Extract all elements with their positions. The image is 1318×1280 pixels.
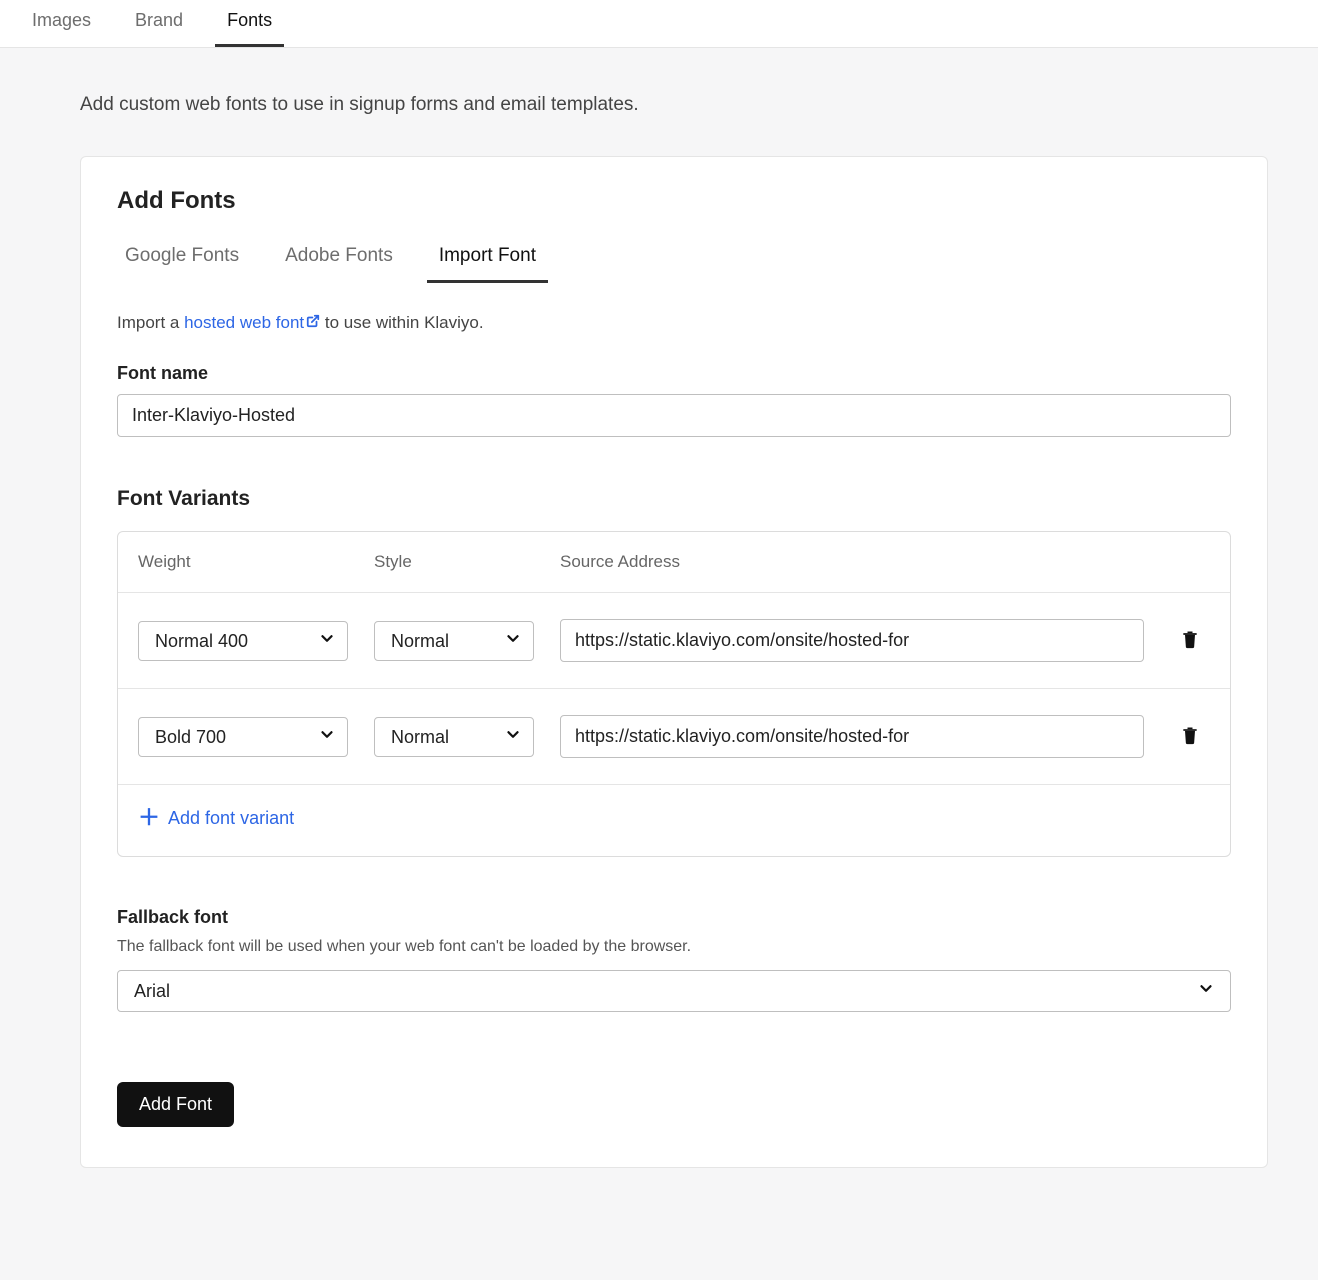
variant-row: Bold 700 Normal [118,689,1230,785]
font-name-input[interactable] [117,394,1231,437]
font-source-tabs: Google Fonts Adobe Fonts Import Font [117,235,1231,283]
variant-source-input[interactable] [560,619,1144,662]
intro-text: Add custom web fonts to use in signup fo… [80,94,1268,116]
header-style: Style [374,552,534,572]
page-body: Add custom web fonts to use in signup fo… [0,48,1318,1248]
plus-icon: ＋ [138,807,160,829]
trash-icon [1180,734,1200,749]
card-title: Add Fonts [117,187,1231,215]
add-fonts-card: Add Fonts Google Fonts Adobe Fonts Impor… [80,156,1268,1168]
fallback-font-label: Fallback font [117,907,1231,928]
tab-adobe-fonts[interactable]: Adobe Fonts [277,235,401,283]
variants-header-row: Weight Style Source Address [118,532,1230,593]
trash-icon [1180,638,1200,653]
font-name-label: Font name [117,363,1231,384]
external-link-icon [306,313,320,333]
header-weight: Weight [138,552,348,572]
variant-style-select[interactable]: Normal [374,621,534,661]
tab-import-font[interactable]: Import Font [431,235,544,283]
add-font-variant-label: Add font variant [168,808,294,829]
font-variants-heading: Font Variants [117,487,1231,511]
main-content: Images Brand Fonts Add custom web fonts … [0,0,1318,1280]
add-font-variant-button[interactable]: ＋ Add font variant [138,807,294,829]
variant-weight-select[interactable]: Bold 700 [138,717,348,757]
add-variant-row: ＋ Add font variant [118,785,1230,856]
font-variants-table: Weight Style Source Address Normal 400 [117,531,1231,857]
tab-google-fonts[interactable]: Google Fonts [117,235,247,283]
variant-style-select[interactable]: Normal [374,717,534,757]
variant-source-input[interactable] [560,715,1144,758]
top-tabs: Images Brand Fonts [0,0,1318,48]
fallback-font-description: The fallback font will be used when your… [117,938,1231,956]
header-source: Source Address [560,552,1144,572]
delete-variant-button[interactable] [1176,720,1204,753]
variant-weight-select[interactable]: Normal 400 [138,621,348,661]
tab-brand[interactable]: Brand [113,0,205,47]
variant-row: Normal 400 Normal [118,593,1230,689]
hosted-web-font-link-text: hosted web font [184,313,304,332]
import-text-suffix: to use within Klaviyo. [320,313,483,332]
tab-fonts[interactable]: Fonts [205,0,294,47]
add-font-button[interactable]: Add Font [117,1082,234,1127]
fallback-font-select[interactable]: Arial [117,970,1231,1012]
delete-variant-button[interactable] [1176,624,1204,657]
hosted-web-font-link[interactable]: hosted web font [184,313,320,332]
fallback-section: Fallback font The fallback font will be … [117,907,1231,1012]
import-text-prefix: Import a [117,313,184,332]
import-description: Import a hosted web font to use within K… [117,313,1231,333]
tab-images[interactable]: Images [10,0,113,47]
